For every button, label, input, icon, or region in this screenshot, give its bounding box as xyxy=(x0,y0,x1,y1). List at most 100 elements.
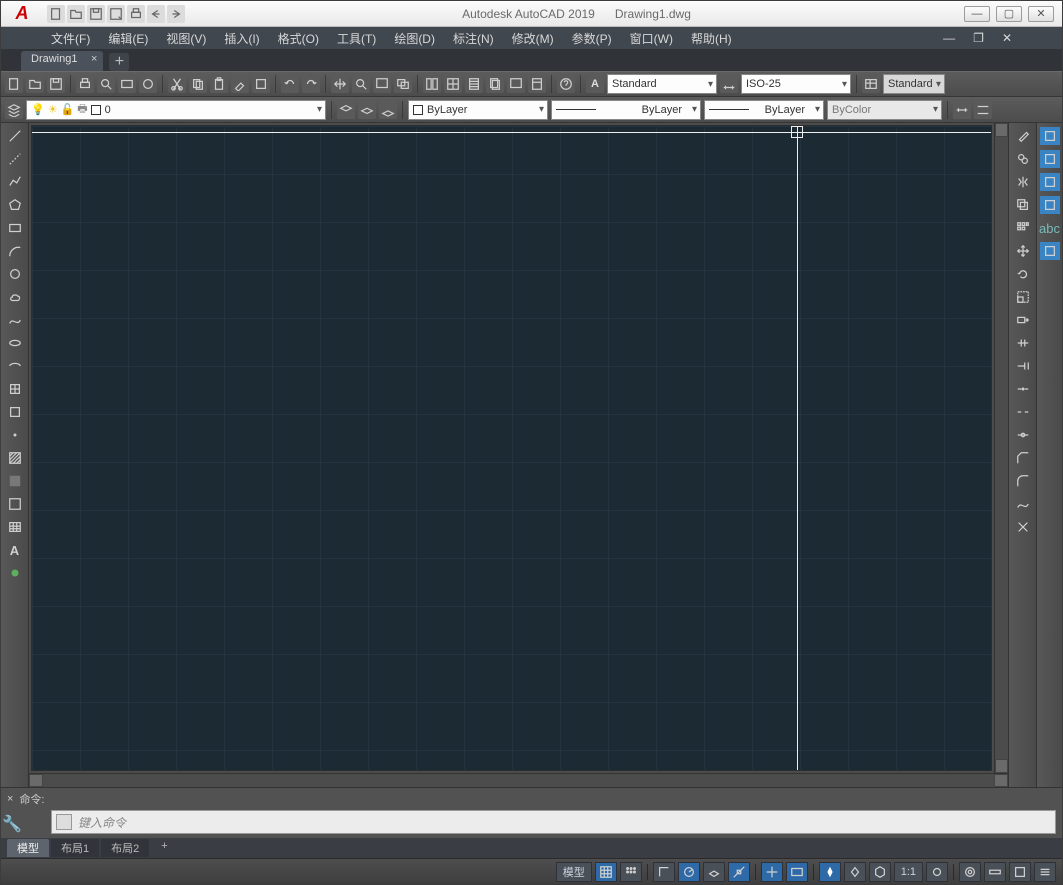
dimstyle-combo[interactable]: ISO-25 xyxy=(741,74,851,94)
array-icon[interactable] xyxy=(1013,219,1033,237)
markup-icon[interactable] xyxy=(507,75,525,93)
chamfer-icon[interactable] xyxy=(1013,449,1033,467)
workspace-switch[interactable] xyxy=(959,862,981,882)
blend-icon[interactable] xyxy=(1013,495,1033,513)
command-input[interactable]: 键入命令 xyxy=(78,814,1051,831)
mdi-restore-icon[interactable]: ❐ xyxy=(973,31,984,45)
matchprop-icon[interactable] xyxy=(231,75,249,93)
scale-icon[interactable] xyxy=(1013,288,1033,306)
layer-match-icon[interactable] xyxy=(337,101,355,119)
osnap-toggle[interactable] xyxy=(728,862,750,882)
open-icon[interactable] xyxy=(26,75,44,93)
save-icon[interactable] xyxy=(87,5,105,23)
grid-toggle[interactable] xyxy=(595,862,617,882)
dim3-icon[interactable] xyxy=(1040,173,1060,191)
designcenter-icon[interactable] xyxy=(444,75,462,93)
menu-dimension[interactable]: 标注(N) xyxy=(453,30,494,47)
layout1-tab[interactable]: 布局1 xyxy=(51,839,99,857)
join-icon[interactable] xyxy=(1013,426,1033,444)
revcloud-icon[interactable] xyxy=(5,288,25,306)
dyn-toggle[interactable] xyxy=(819,862,841,882)
undo-icon[interactable] xyxy=(281,75,299,93)
new-icon[interactable] xyxy=(47,5,65,23)
dim6-icon[interactable] xyxy=(1040,242,1060,260)
plot-icon[interactable] xyxy=(76,75,94,93)
app-logo[interactable]: A xyxy=(1,1,43,27)
help-icon[interactable] xyxy=(557,75,575,93)
layer-prev-icon[interactable] xyxy=(358,101,376,119)
dim2-icon[interactable] xyxy=(1040,150,1060,168)
paste-icon[interactable] xyxy=(210,75,228,93)
plotstyle-combo[interactable]: ByColor xyxy=(827,100,942,120)
scroll-track[interactable] xyxy=(43,774,994,787)
hatch-icon[interactable] xyxy=(5,449,25,467)
textstyle-combo[interactable]: Standard xyxy=(607,74,717,94)
redo-icon[interactable] xyxy=(302,75,320,93)
polyline-icon[interactable] xyxy=(5,173,25,191)
copy-icon[interactable] xyxy=(189,75,207,93)
explode-icon[interactable] xyxy=(1013,518,1033,536)
cut-icon[interactable] xyxy=(168,75,186,93)
menu-modify[interactable]: 修改(M) xyxy=(512,30,554,47)
layer-combo[interactable]: 💡 ☀ 🔓 🖶 0 xyxy=(26,100,326,120)
horizontal-scrollbar[interactable] xyxy=(29,773,1008,787)
close-button[interactable]: ✕ xyxy=(1028,6,1054,22)
arc-icon[interactable] xyxy=(5,242,25,260)
table-icon[interactable] xyxy=(5,518,25,536)
mtext-icon[interactable]: A xyxy=(5,541,25,559)
otrack-toggle[interactable] xyxy=(761,862,783,882)
properties-icon[interactable] xyxy=(423,75,441,93)
tablestyle-icon[interactable] xyxy=(862,75,880,93)
print-icon[interactable] xyxy=(127,5,145,23)
spline-icon[interactable] xyxy=(5,311,25,329)
layer-state-icon[interactable] xyxy=(379,101,397,119)
menu-view[interactable]: 视图(V) xyxy=(166,30,206,47)
polar-toggle[interactable] xyxy=(678,862,700,882)
lineweight-combo[interactable]: ByLayer xyxy=(704,100,824,120)
ellipse-arc-icon[interactable] xyxy=(5,357,25,375)
redo-icon[interactable] xyxy=(167,5,185,23)
copy-object-icon[interactable] xyxy=(1013,150,1033,168)
scroll-down-icon[interactable] xyxy=(995,759,1008,773)
point-icon[interactable] xyxy=(5,426,25,444)
circle-icon[interactable] xyxy=(5,265,25,283)
units-toggle[interactable] xyxy=(984,862,1006,882)
toolpalettes-icon[interactable] xyxy=(465,75,483,93)
menu-edit[interactable]: 编辑(E) xyxy=(108,30,148,47)
drawing-canvas[interactable] xyxy=(31,125,992,771)
minimize-button[interactable]: — xyxy=(964,6,990,22)
pan-icon[interactable] xyxy=(331,75,349,93)
mdi-minimize-icon[interactable]: — xyxy=(943,31,955,45)
layer-manager-icon[interactable] xyxy=(5,101,23,119)
tablestyle-combo[interactable]: Standard xyxy=(883,74,945,94)
scroll-left-icon[interactable] xyxy=(29,774,43,787)
status-model[interactable]: 模型 xyxy=(556,862,592,882)
menu-tools[interactable]: 工具(T) xyxy=(337,30,376,47)
quick-properties-toggle[interactable] xyxy=(1009,862,1031,882)
dimstyle-icon[interactable] xyxy=(720,75,738,93)
publish-icon[interactable] xyxy=(118,75,136,93)
insert-block-icon[interactable] xyxy=(5,380,25,398)
stretch-icon[interactable] xyxy=(1013,311,1033,329)
break-at-point-icon[interactable] xyxy=(1013,380,1033,398)
zoom-icon[interactable] xyxy=(352,75,370,93)
preview-icon[interactable] xyxy=(97,75,115,93)
zoomprev-icon[interactable] xyxy=(394,75,412,93)
mirror-icon[interactable] xyxy=(1013,173,1033,191)
dim1-icon[interactable] xyxy=(1040,127,1060,145)
ortho-toggle[interactable] xyxy=(653,862,675,882)
save-icon[interactable] xyxy=(47,75,65,93)
model-tab[interactable]: 模型 xyxy=(7,839,49,857)
3dosnap-toggle[interactable] xyxy=(869,862,891,882)
3ddwf-icon[interactable] xyxy=(139,75,157,93)
dim-linear-icon[interactable] xyxy=(953,101,971,119)
scroll-right-icon[interactable] xyxy=(994,774,1008,787)
make-block-icon[interactable] xyxy=(5,403,25,421)
quickcalc-icon[interactable] xyxy=(528,75,546,93)
open-icon[interactable] xyxy=(67,5,85,23)
textstyle-icon[interactable]: A xyxy=(586,75,604,93)
undo-icon[interactable] xyxy=(147,5,165,23)
blockeditor-icon[interactable] xyxy=(252,75,270,93)
break-icon[interactable] xyxy=(1013,403,1033,421)
line-icon[interactable] xyxy=(5,127,25,145)
